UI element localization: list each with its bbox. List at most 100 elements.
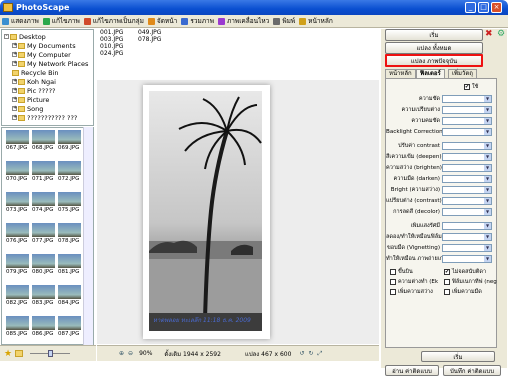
save-profile-button[interactable]: บันทึก ค่าติดแบบ (443, 365, 501, 376)
filter-checkbox[interactable]: เพิ่มความสว่าง (390, 288, 433, 296)
thumbnail-image[interactable] (32, 192, 55, 206)
filter-checkbox[interactable]: ความต่างทำ (Ek (390, 278, 438, 286)
star-icon[interactable]: ★ (4, 349, 12, 359)
thumbnail-image[interactable] (6, 130, 29, 144)
file-item[interactable]: 049.JPG (138, 29, 161, 36)
zoom-out-icon[interactable]: ⊖ (128, 350, 133, 357)
tree-node[interactable]: Recycle Bin (12, 68, 58, 77)
filter-dropdown[interactable] (442, 164, 492, 172)
start-button[interactable]: เริ่ม (385, 29, 483, 41)
convert-current-button[interactable]: แปลง ภาพปัจจุบัน (385, 54, 483, 67)
file-item[interactable]: 024.JPG (100, 50, 123, 57)
close-button[interactable]: × (491, 2, 502, 13)
file-list[interactable]: 001.JPG 049.JPG 003.JPG 078.JPG 010.JPG 024.J… (97, 29, 379, 79)
filter-dropdown[interactable] (442, 106, 492, 114)
expand-toggle[interactable]: + (12, 97, 17, 102)
thumbnail-image[interactable] (32, 285, 55, 299)
filter-dropdown[interactable] (442, 186, 492, 194)
expand-toggle[interactable]: + (12, 106, 17, 111)
thumbnail-image[interactable] (58, 223, 81, 237)
filter-dropdown[interactable] (442, 153, 492, 161)
filter-checkbox[interactable]: เพิ่มความมืด (444, 288, 482, 296)
panel-tab[interactable]: ฟิลเตอร์ (416, 69, 445, 78)
menu-item[interactable]: พิมพ์ (273, 16, 295, 26)
zoom-in-icon[interactable]: ⊕ (119, 350, 124, 357)
thumbnail-grid[interactable]: 067.JPG 068.JPG 069.JPG 070.JPG 071.JPG 072.J… (1, 127, 94, 345)
folder-tree[interactable]: - Desktop + My Documents + My Computer + My Net… (1, 29, 94, 126)
tree-node[interactable]: - Desktop (4, 32, 46, 41)
filter-checkbox[interactable]: ฟิล์มเนกาทีฟ (neg (444, 278, 497, 286)
tree-node[interactable]: + Koh Ngai (12, 77, 56, 86)
tree-node[interactable]: + My Documents (12, 41, 76, 50)
thumbnail-image[interactable] (6, 316, 29, 330)
filter-checkbox[interactable]: ✔ ไม่จดสนับติดา (444, 268, 486, 276)
file-item[interactable]: 001.JPG (100, 29, 123, 36)
thumbnail-image[interactable] (58, 254, 81, 268)
settings-icon[interactable]: ⚙ (497, 29, 505, 39)
file-item[interactable]: 010.JPG (100, 43, 123, 50)
filter-dropdown[interactable] (442, 95, 492, 103)
convert-all-button[interactable]: แปลง ทั้งหมด (385, 42, 483, 54)
tree-node[interactable]: + Song (12, 104, 43, 113)
filter-checkbox[interactable]: ขึ้นบิน (390, 268, 413, 276)
panel-tab[interactable]: หน้าหลัก (385, 69, 416, 78)
thumbnail-image[interactable] (32, 254, 55, 268)
expand-toggle[interactable]: - (4, 34, 9, 39)
thumbnail-image[interactable] (58, 316, 81, 330)
thumbnail-image[interactable] (6, 192, 29, 206)
filter-dropdown[interactable] (442, 222, 492, 230)
tree-node[interactable]: + My Network Places (12, 59, 88, 68)
file-item[interactable]: 078.JPG (138, 36, 161, 43)
read-profile-button[interactable]: อ่าน ค่าติดแบบ (385, 365, 439, 376)
tree-node[interactable]: + ??????????? ??? (12, 113, 77, 122)
filter-dropdown[interactable] (442, 175, 492, 183)
thumbnail-scrollbar[interactable] (83, 127, 93, 345)
thumbnail-image[interactable] (6, 285, 29, 299)
expand-toggle[interactable]: + (12, 52, 17, 57)
slider-handle[interactable] (48, 350, 53, 357)
thumbnail-image[interactable] (32, 161, 55, 175)
menu-item[interactable]: รวมภาพ (181, 16, 214, 26)
menu-item[interactable]: ภาพเคลื่อนไหว (217, 16, 269, 26)
filter-dropdown[interactable] (442, 117, 492, 125)
tree-node[interactable]: + My Computer (12, 50, 71, 59)
expand-toggle[interactable]: + (12, 43, 17, 48)
expand-toggle[interactable]: + (12, 115, 17, 120)
tree-node[interactable]: + Picture (12, 95, 49, 104)
minimize-button[interactable]: _ (465, 2, 476, 13)
filter-dropdown[interactable] (442, 197, 492, 205)
thumbnail-image[interactable] (58, 130, 81, 144)
menu-item[interactable]: จัดหน้า (147, 16, 177, 26)
file-item[interactable]: 003.JPG (100, 36, 123, 43)
expand-toggle[interactable]: + (12, 79, 17, 84)
panel-tab[interactable]: เพิ่มวัตถุ (448, 69, 477, 78)
expand-toggle[interactable]: + (12, 88, 17, 93)
menu-item[interactable]: แก้ไขภาพเป็นกลุ่ม (83, 16, 144, 26)
run-button[interactable]: เริ่ม (421, 351, 495, 362)
menu-item[interactable]: แสดงภาพ (2, 16, 39, 26)
rotate-right-icon[interactable]: ↻ (308, 350, 313, 357)
filter-dropdown[interactable] (442, 233, 492, 241)
filter-dropdown[interactable] (442, 142, 492, 150)
use-filter-checkbox[interactable]: ✔ ใช้ (464, 83, 478, 91)
thumbnail-image[interactable] (32, 130, 55, 144)
filter-dropdown[interactable] (442, 208, 492, 216)
filter-dropdown[interactable] (442, 255, 492, 263)
thumbnail-image[interactable] (32, 316, 55, 330)
fit-icon[interactable]: ⤢ (317, 350, 322, 358)
filter-dropdown[interactable] (442, 244, 492, 252)
expand-toggle[interactable]: + (12, 61, 17, 66)
maximize-button[interactable]: □ (478, 2, 489, 13)
rotate-left-icon[interactable]: ↺ (299, 350, 304, 357)
thumbnail-image[interactable] (58, 285, 81, 299)
tree-node[interactable]: + Pic ????? (12, 86, 55, 95)
filter-dropdown[interactable] (442, 128, 492, 136)
thumbnail-image[interactable] (6, 223, 29, 237)
thumbnail-image[interactable] (6, 254, 29, 268)
thumbnail-image[interactable] (32, 223, 55, 237)
thumbnail-image[interactable] (58, 192, 81, 206)
menu-item[interactable]: แก้ไขภาพ (42, 16, 80, 26)
folder-icon[interactable] (15, 350, 23, 357)
menu-item[interactable]: หน้าหลัก (299, 16, 333, 26)
thumbnail-image[interactable] (6, 161, 29, 175)
